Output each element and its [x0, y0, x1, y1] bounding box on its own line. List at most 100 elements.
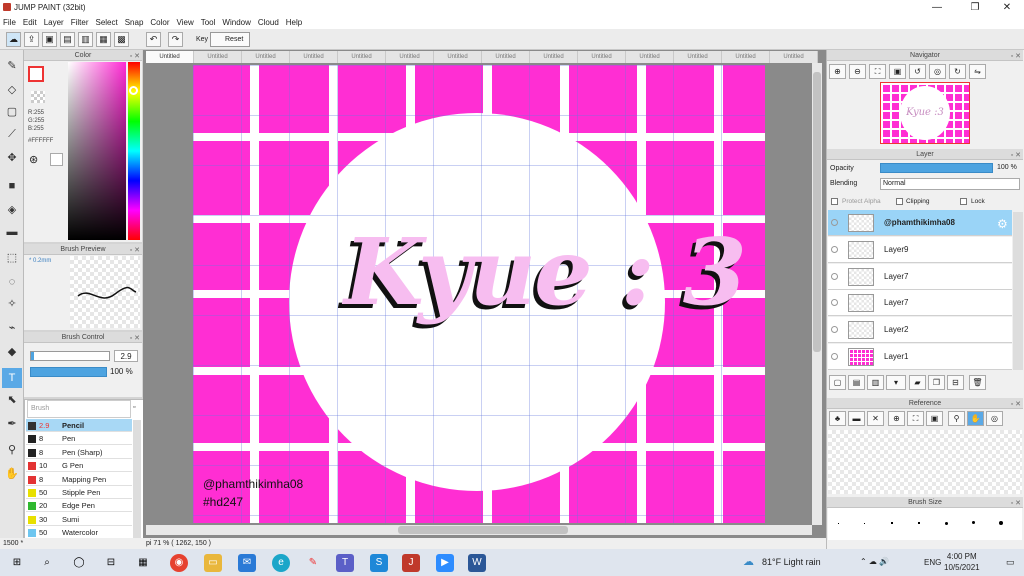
document-tab[interactable]: Untitled	[626, 51, 674, 63]
panel-window-icon[interactable]: ▫ ✕	[1011, 150, 1021, 161]
text-tool-icon[interactable]: T	[2, 368, 22, 388]
redo-icon[interactable]: ↷	[168, 32, 183, 47]
menu-color[interactable]: Color	[150, 18, 169, 27]
close-button[interactable]: ✕	[990, 0, 1024, 15]
lock-checkbox[interactable]	[960, 198, 967, 205]
menu-help[interactable]: Help	[286, 18, 302, 27]
print-icon[interactable]: ▤	[60, 32, 75, 47]
document-tab[interactable]: Untitled	[194, 51, 242, 63]
wand-tool-icon[interactable]: ✧	[2, 294, 22, 314]
zoom-out-icon[interactable]: ⊖	[849, 64, 866, 79]
teams-icon[interactable]: T	[336, 554, 354, 572]
edge-icon[interactable]: e	[272, 554, 290, 572]
menu-window[interactable]: Window	[222, 18, 250, 27]
layer-list-scrollbar[interactable]	[1013, 212, 1023, 370]
rect-select-icon[interactable]: ▢	[2, 102, 22, 122]
maximize-button[interactable]: ❐	[958, 0, 992, 15]
brush-size-slider[interactable]	[30, 351, 110, 361]
menu-view[interactable]: View	[177, 18, 194, 27]
brush-list-item[interactable]: 10 G Pen	[26, 459, 132, 473]
document-tab[interactable]: Untitled	[290, 51, 338, 63]
document-tab[interactable]: Untitled	[482, 51, 530, 63]
brush-size-dot[interactable]	[945, 522, 948, 525]
panel-window-icon[interactable]: ▫ ✕	[130, 245, 140, 256]
notification-icon[interactable]: ▭	[1006, 557, 1015, 568]
store-icon[interactable]: ▦	[134, 554, 152, 572]
layer-type-dropdown[interactable]: ▾	[886, 375, 906, 390]
saturation-value-picker[interactable]	[68, 62, 126, 240]
tray-icons[interactable]: ⌃ ☁ 🔊	[860, 557, 889, 566]
brush-list-scrollbar[interactable]	[133, 420, 141, 538]
grid-icon[interactable]: ▩	[114, 32, 129, 47]
word-icon[interactable]: W	[468, 554, 486, 572]
document-tab[interactable]: Untitled	[242, 51, 290, 63]
fill-rect-icon[interactable]: ■	[2, 176, 22, 196]
reference-rotate-icon[interactable]: ◎	[986, 411, 1003, 426]
menu-filter[interactable]: Filter	[71, 18, 89, 27]
layer-row[interactable]: Layer9	[828, 236, 1012, 263]
brush-list-close-icon[interactable]: ▫	[133, 404, 135, 411]
protect-alpha-checkbox[interactable]	[831, 198, 838, 205]
layer-row[interactable]: Layer1	[828, 344, 1012, 370]
windows-start-icon[interactable]: ⊞	[8, 554, 26, 572]
brush-opacity-slider[interactable]	[30, 367, 107, 377]
brush-size-dot[interactable]	[838, 523, 839, 524]
hand-tool-icon[interactable]: ✋	[2, 464, 22, 484]
rotate-left-icon[interactable]: ↺	[909, 64, 926, 79]
panel-window-icon[interactable]: ▫ ✕	[1011, 51, 1021, 62]
layer-row[interactable]: @phamthikimha08	[828, 210, 1012, 236]
reference-actual-size-icon[interactable]: ▣	[926, 411, 943, 426]
zoom-in-icon[interactable]: ⊕	[829, 64, 846, 79]
page-icon[interactable]: ▦	[96, 32, 111, 47]
brush-list-item[interactable]: 30 Sumi	[26, 513, 132, 526]
pen-app-icon[interactable]: ✎	[304, 554, 322, 572]
brush-list-item[interactable]: 8 Mapping Pen	[26, 473, 132, 486]
reference-save-icon[interactable]: ▬	[848, 411, 865, 426]
save-icon[interactable]: ▣	[42, 32, 57, 47]
layer-settings-gear-icon[interactable]: ⚙	[997, 217, 1008, 231]
menu-tool[interactable]: Tool	[201, 18, 216, 27]
mail-icon[interactable]: ✉	[238, 554, 256, 572]
brush-search-input[interactable]: Brush	[27, 400, 131, 418]
flip-icon[interactable]: ⇋	[969, 64, 986, 79]
new-folder-icon[interactable]: ▰	[909, 375, 926, 390]
new-vector-layer-icon[interactable]: ▤	[848, 375, 865, 390]
duplicate-layer-icon[interactable]: ❐	[928, 375, 945, 390]
move-tool-icon[interactable]: ✥	[2, 148, 22, 168]
canvas-horizontal-scroll-thumb[interactable]	[398, 526, 568, 534]
file-explorer-icon[interactable]: ▭	[204, 554, 222, 572]
menu-cloud[interactable]: Cloud	[258, 18, 279, 27]
select-eraser-icon[interactable]: ◆	[2, 342, 22, 362]
menu-snap[interactable]: Snap	[125, 18, 144, 27]
document-tab[interactable]: Untitled	[530, 51, 578, 63]
delete-layer-icon[interactable]: 🗑	[969, 375, 986, 390]
clipping-checkbox[interactable]	[896, 198, 903, 205]
layer-row[interactable]: Layer7	[828, 290, 1012, 317]
select-pen-icon[interactable]: ⌁	[2, 318, 22, 338]
menu-layer[interactable]: Layer	[44, 18, 64, 27]
search-icon[interactable]: ⌕	[38, 554, 56, 572]
document-icon[interactable]: ▥	[78, 32, 93, 47]
menu-file[interactable]: File	[3, 18, 16, 27]
open-icon[interactable]: ⇪	[24, 32, 39, 47]
brush-size-dot[interactable]	[864, 523, 865, 524]
brush-list-item[interactable]: 8 Pen	[26, 432, 132, 446]
brush-size-dot[interactable]	[999, 521, 1003, 525]
brush-list-item[interactable]: 2.9 Pencil	[26, 419, 132, 432]
background-color-swatch[interactable]	[31, 91, 45, 103]
document-tab[interactable]: Untitled	[386, 51, 434, 63]
layer-visibility-toggle[interactable]	[831, 299, 838, 307]
zoom-icon[interactable]: ▶	[436, 554, 454, 572]
brush-size-dot[interactable]	[891, 522, 893, 524]
task-view-icon[interactable]: ◯	[70, 554, 88, 572]
brush-list-item[interactable]: 20 Edge Pen	[26, 499, 132, 513]
marquee-tool-icon[interactable]: ⬚	[2, 248, 22, 268]
reference-canvas[interactable]	[828, 430, 1022, 494]
eyedropper-tool-icon[interactable]: ⚲	[2, 440, 22, 460]
document-tab[interactable]: Untitled	[434, 51, 482, 63]
panel-window-icon[interactable]: ▫ ✕	[130, 333, 140, 344]
reference-zoom-in-icon[interactable]: ⊕	[888, 411, 905, 426]
chrome-icon[interactable]: ◉	[170, 554, 188, 572]
line-tool-icon[interactable]: ⟋	[2, 124, 22, 144]
layer-visibility-toggle[interactable]	[831, 272, 838, 280]
